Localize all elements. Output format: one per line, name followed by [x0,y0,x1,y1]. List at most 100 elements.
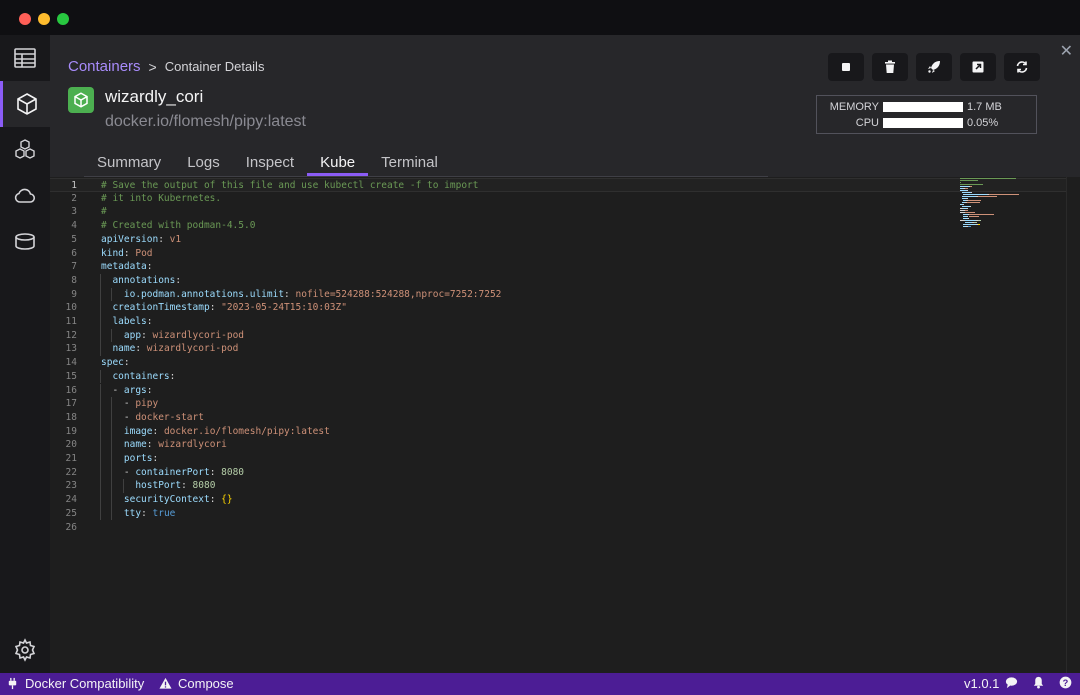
code-line: 3 # [50,205,1066,219]
open-browser-button[interactable] [960,53,996,81]
container-name: wizardly_cori [105,87,204,106]
cpu-stat: CPU 0.05% [817,116,1038,130]
window-titlebar [0,0,1080,35]
indent-guide [100,465,101,480]
editor-scrollbar[interactable] [1066,177,1080,673]
code-token: tty [123,507,142,519]
code-token: : [123,357,130,369]
indent-guide [100,424,101,439]
docker-compatibility-item[interactable]: Docker Compatibility [6,676,144,691]
code-line: 20 name: wizardlycori [50,438,1066,452]
container-details-page: ✕ Containers > Container Details wizardl… [50,35,1080,673]
indent-guide [100,452,101,466]
code-token: # [101,206,107,218]
indent-guide [111,465,113,480]
close-window-button[interactable] [19,13,31,25]
code-token: pipy [135,398,159,410]
help-button[interactable]: ? [1059,676,1072,689]
compose-item[interactable]: Compose [159,676,234,691]
line-number: 14 [65,357,77,369]
tab-terminal[interactable]: Terminal [368,152,451,176]
bell-icon [1033,676,1044,689]
breadcrumb-containers-link[interactable]: Containers [68,58,141,75]
minimap-stroke [971,192,972,193]
restart-button[interactable] [1004,53,1040,81]
code-token: - [101,411,136,423]
notifications-button[interactable] [1032,676,1045,689]
minimap-stroke [960,190,967,191]
line-number: 13 [65,343,77,355]
code-line: 26 [50,521,1066,535]
line-number: 10 [65,302,77,314]
code-line: 14 spec: [50,356,1066,370]
feedback-button[interactable] [1005,676,1018,689]
minimap-stroke [963,194,988,195]
sidebar-item-volumes[interactable] [0,219,50,265]
tab-inspect[interactable]: Inspect [233,152,307,176]
minimap-stroke [988,194,1020,195]
code-line: 24 securityContext: {} [50,493,1066,507]
line-number: 21 [65,453,77,464]
code-token: containerPort [135,466,210,478]
line-text: - pipy [101,397,158,411]
indent-guide [111,287,113,302]
code-token: image [123,425,153,437]
line-number: 22 [65,466,77,478]
line-number: 15 [65,370,77,382]
plug-icon [8,677,17,690]
sidebar-item-pods[interactable] [0,127,50,173]
version-label: v1.0.1 [964,676,999,691]
sidebar-item-images[interactable] [0,173,50,219]
code-line: 1 # Save the output of this file and use … [50,178,1066,192]
kube-yaml-editor[interactable]: 26 25 tty: true 24 securityContext: {} 23 h… [50,177,1080,673]
code-line: 7 metadata: [50,260,1066,274]
tab-summary[interactable]: Summary [84,152,174,176]
line-number: 12 [65,329,77,341]
code-token: : [146,439,159,451]
indent-guide [100,287,101,302]
code-line: 18 - docker-start [50,410,1066,425]
code-token: : [158,233,170,245]
line-text: labels: [101,315,152,329]
status-bar: Docker Compatibility Compose v1.0.1 ? [0,673,1080,695]
line-text: # it into Kubernetes. [101,192,221,206]
sidebar-item-containers[interactable] [0,81,50,127]
code-line: 19 image: docker.io/flomesh/pipy:latest [50,424,1066,439]
minimap-stroke [965,188,968,189]
code-token: annotations [112,274,176,286]
memory-bar [883,102,965,112]
close-details-icon[interactable]: ✕ [1060,41,1073,61]
line-text: kind: Pod [101,247,153,261]
stop-button[interactable] [828,53,864,81]
sidebar-item-settings[interactable] [0,627,50,673]
editor-minimap[interactable] [956,177,1066,237]
cpu-bar-fill [883,118,964,128]
zoom-window-button[interactable] [57,13,69,25]
cloud-icon [14,188,36,203]
code-token: : [146,384,153,396]
code-token: : [123,247,136,259]
sidebar-item-dashboard[interactable] [0,35,50,81]
tab-logs[interactable]: Logs [174,152,233,176]
deploy-to-kubernetes-button[interactable] [916,53,952,81]
delete-button[interactable] [872,53,908,81]
indent-guide [100,369,101,384]
tab-kube[interactable]: Kube [307,152,369,176]
line-text: - docker-start [101,411,204,425]
minimap-stroke [973,222,977,223]
line-number: 11 [65,316,77,327]
pods-cubes-icon [15,139,35,159]
line-text: securityContext: {} [101,493,233,507]
code-token: v1 [169,233,182,245]
indent-guide [111,452,113,466]
compose-label: Compose [178,676,234,691]
code-token: : [169,370,176,382]
indent-guide [100,273,101,288]
minimize-window-button[interactable] [38,13,50,25]
minimap-stroke [977,196,997,197]
cpu-value: 0.05% [967,117,999,129]
minimap-stroke [960,180,978,181]
